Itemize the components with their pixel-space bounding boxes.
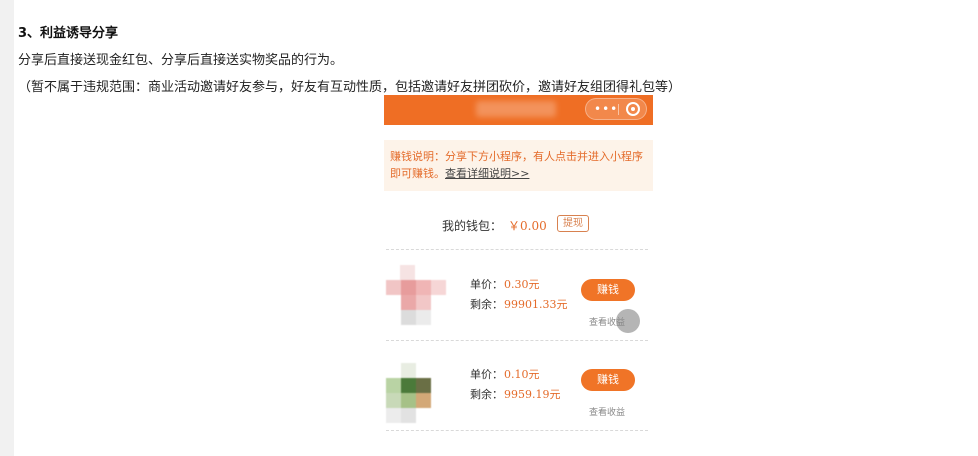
wallet-row: 我的钱包： ￥0.00 提现 <box>384 215 653 235</box>
wallet-amount: ￥0.00 <box>508 219 547 233</box>
view-income-link[interactable]: 查看收益 <box>589 405 625 418</box>
paragraph-exception: （暂不属于违规范围：商业活动邀请好友参与，好友有互动性质，包括邀请好友拼团砍价，… <box>18 80 682 95</box>
capsule-menu[interactable]: ••• <box>585 98 647 120</box>
unit-price-value: 0.10元 <box>504 368 540 381</box>
remaining-label: 剩余： <box>470 388 503 401</box>
unit-price-label: 单价： <box>470 278 503 291</box>
product-thumbnail-blurred <box>386 265 446 337</box>
divider <box>386 340 648 341</box>
wallet-label: 我的钱包： <box>442 219 503 233</box>
divider <box>386 249 648 250</box>
view-income-link[interactable]: 查看收益 <box>589 315 625 328</box>
list-item: 单价： 剩余： 0.10元 9959.19元 赚钱 查看收益 <box>384 347 653 432</box>
paragraph-definition: 分享后直接送现金红包、分享后直接送实物奖品的行为。 <box>18 53 344 68</box>
left-margin-bar <box>0 0 14 456</box>
unit-price-value: 0.30元 <box>504 278 540 291</box>
target-close-icon[interactable] <box>626 102 640 116</box>
remaining-value: 99901.33元 <box>504 298 568 311</box>
item-values: 0.10元 9959.19元 <box>504 365 561 405</box>
unit-price-label: 单价： <box>470 368 503 381</box>
list-item: 单价： 剩余： 0.30元 99901.33元 赚钱 查看收益 <box>384 257 653 342</box>
withdraw-button[interactable]: 提现 <box>557 215 589 232</box>
item-labels: 单价： 剩余： <box>470 275 503 315</box>
more-dots-icon[interactable]: ••• <box>594 99 617 119</box>
section-heading: 3、利益诱导分享 <box>18 26 119 41</box>
earn-button[interactable]: 赚钱 <box>581 369 635 391</box>
blurred-title <box>476 101 556 117</box>
capsule-divider <box>618 104 619 115</box>
notice-detail-link[interactable]: 查看详细说明>> <box>445 167 529 180</box>
item-labels: 单价： 剩余： <box>470 365 503 405</box>
earn-button[interactable]: 赚钱 <box>581 279 635 301</box>
remaining-label: 剩余： <box>470 298 503 311</box>
earn-notice: 赚钱说明：分享下方小程序，有人点击并进入小程序即可赚钱。查看详细说明>> <box>384 140 653 191</box>
divider <box>386 430 648 431</box>
mini-program-screenshot: ••• 赚钱说明：分享下方小程序，有人点击并进入小程序即可赚钱。查看详细说明>>… <box>384 95 653 435</box>
mini-program-topbar: ••• <box>384 95 653 125</box>
product-thumbnail-blurred <box>386 355 446 427</box>
item-values: 0.30元 99901.33元 <box>504 275 568 315</box>
remaining-value: 9959.19元 <box>504 388 561 401</box>
